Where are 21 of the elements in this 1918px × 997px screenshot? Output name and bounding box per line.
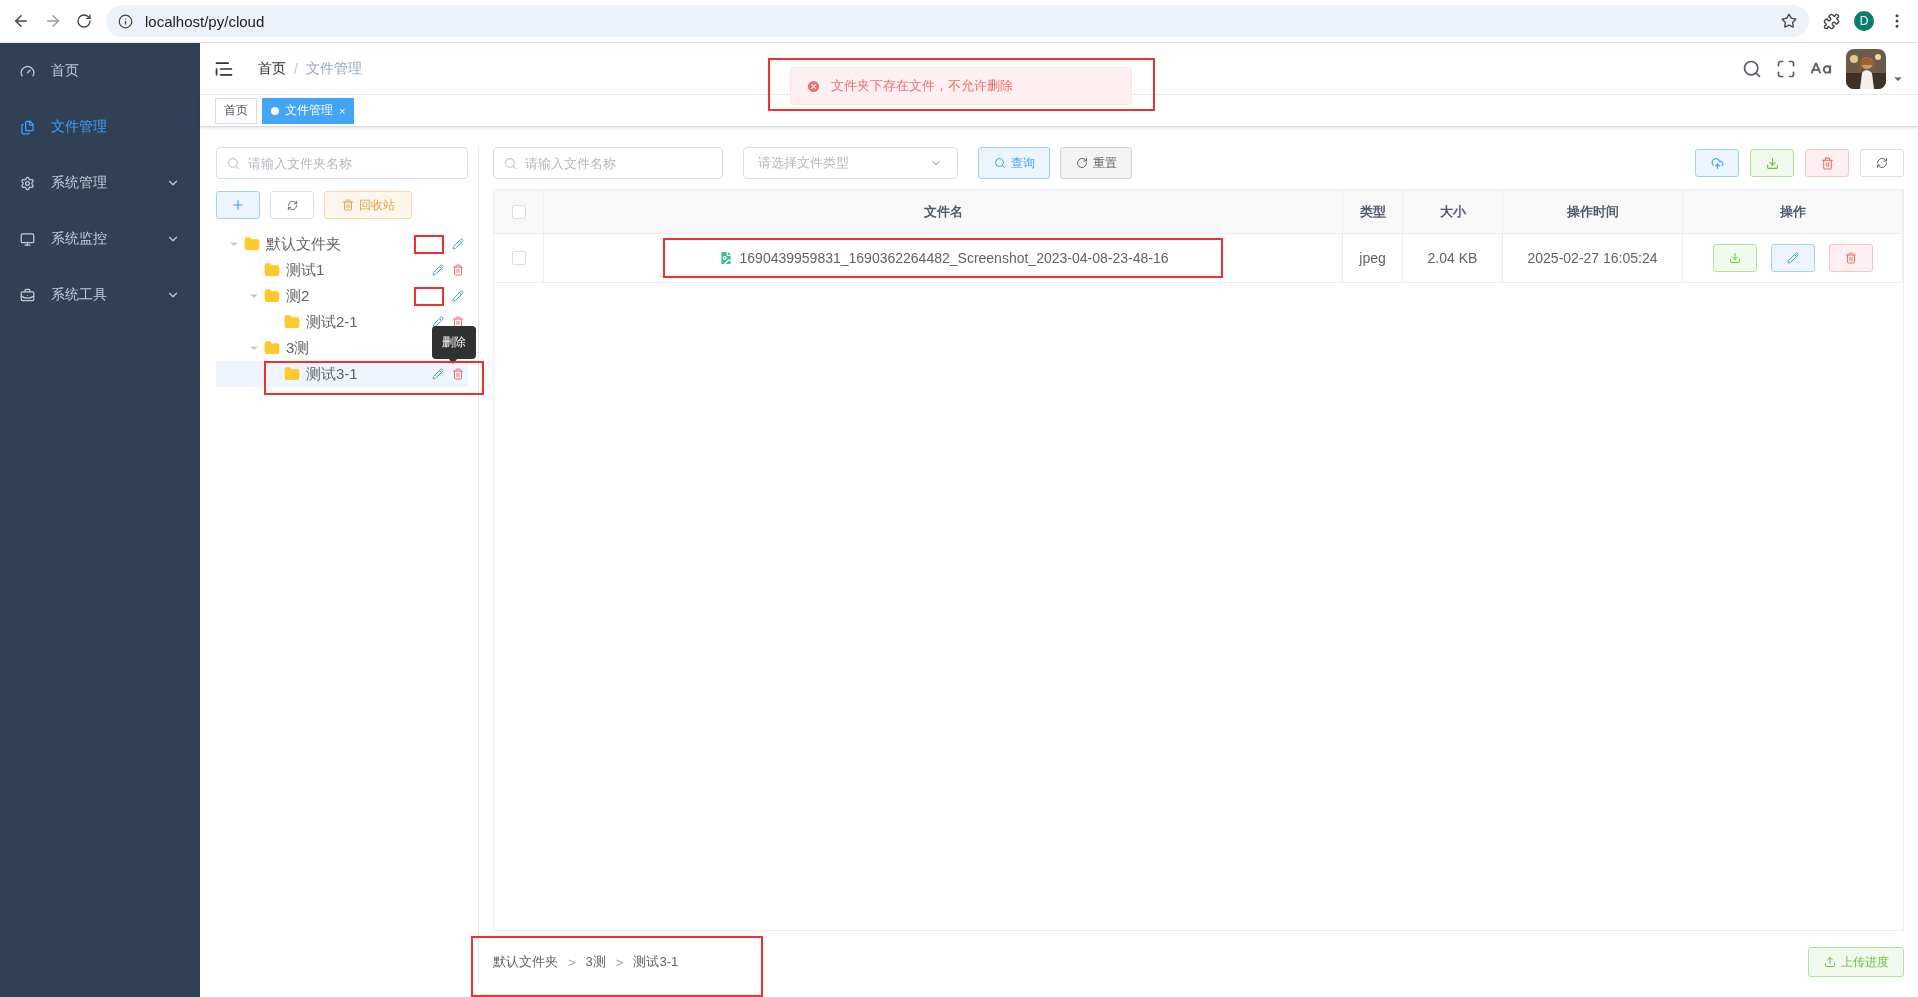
breadcrumb-separator: / [294,60,298,77]
tree-node-label: 默认文件夹 [266,234,341,254]
tree-node-label: 测试1 [286,260,325,280]
tree-node-label: 测试3-1 [306,364,358,384]
table-cell: 2.04 KB [1403,234,1503,283]
path-separator: > [615,954,624,970]
url-text: localhost/py/cloud [145,12,266,30]
column-header: 类型 [1343,190,1403,234]
path-separator: > [568,954,576,970]
column-header: 大小 [1403,190,1503,234]
column-header: 操作 [1683,190,1903,234]
table-cell: jpeg [1343,234,1403,283]
tree-node-label: 测2 [286,286,310,306]
tree-node-label: 3测 [286,338,310,358]
column-header: 操作时间 [1503,190,1683,234]
column-header: 文件名 [544,190,1343,234]
breadcrumb-item: 文件管理 [305,59,362,78]
table-cell: 2025-02-27 16:05:24 [1503,234,1683,283]
tooltip: 删除 [432,326,476,359]
error-message-text: 文件夹下存在文件，不允许删除 [831,77,1013,95]
tree-node-label: 测试2-1 [306,312,358,332]
